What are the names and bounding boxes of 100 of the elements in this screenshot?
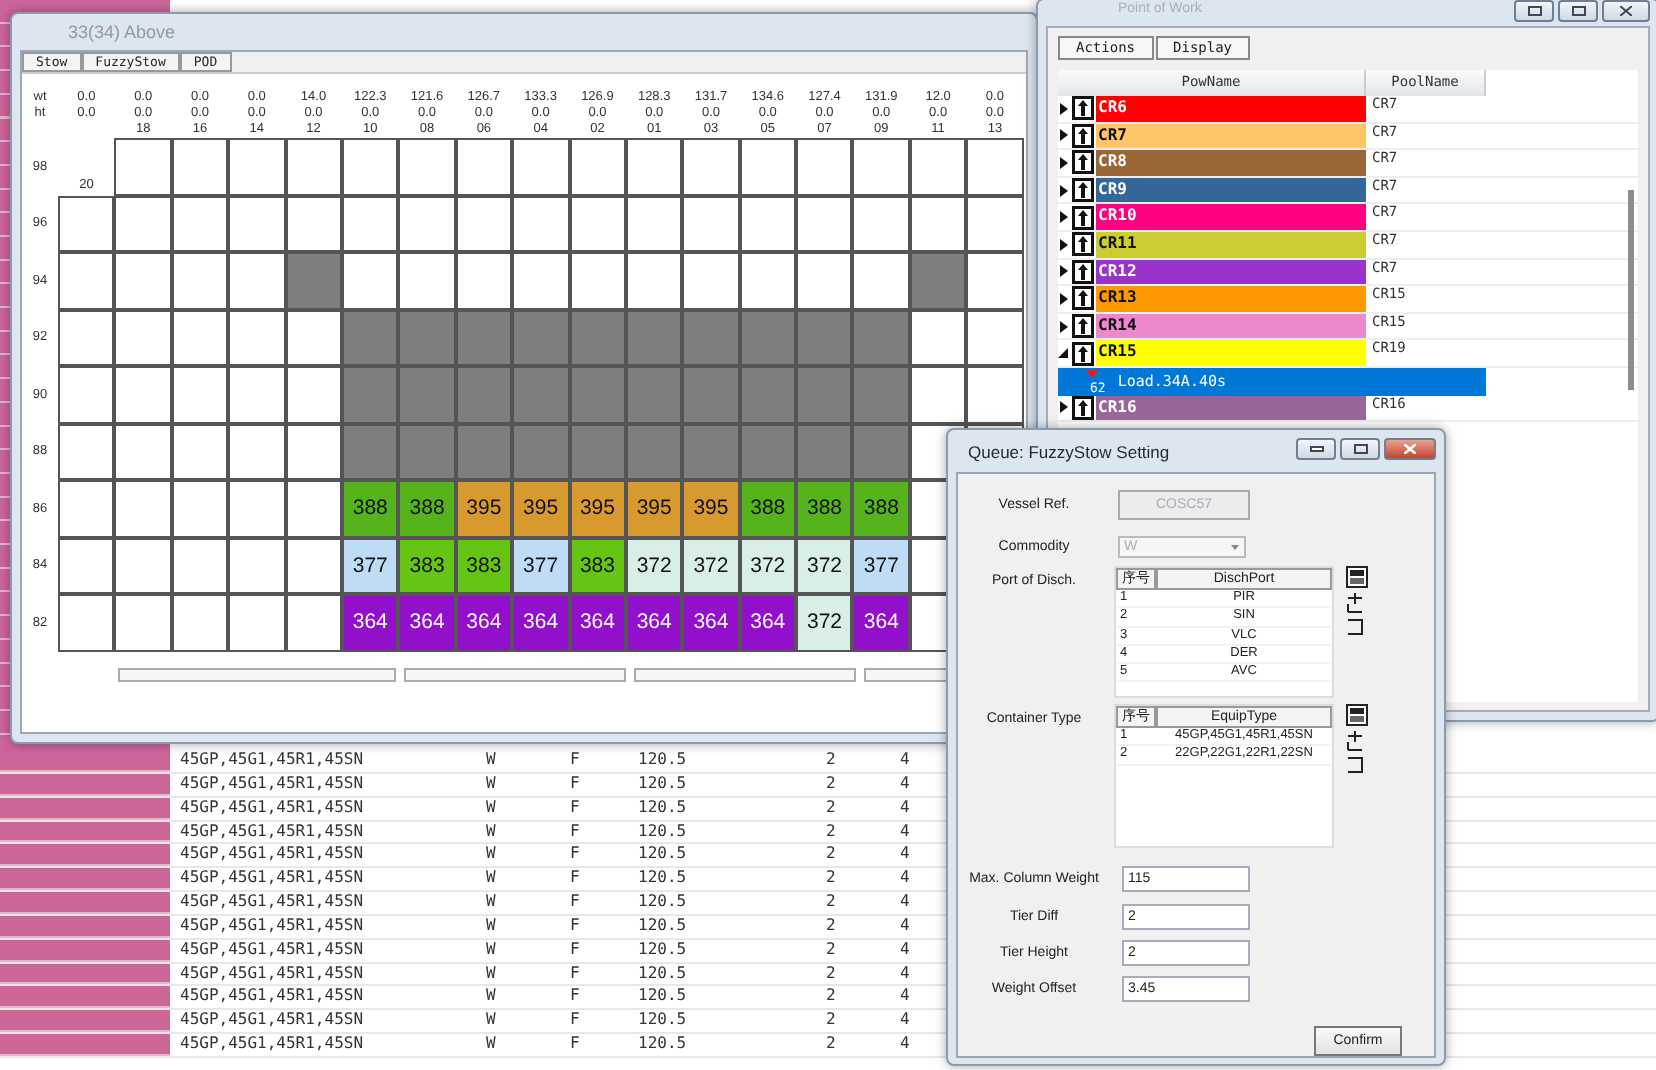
slot-cell[interactable] <box>114 480 172 537</box>
slot-cell[interactable] <box>909 366 967 423</box>
slot-cell[interactable] <box>966 309 1024 366</box>
slot-cell[interactable] <box>909 138 967 195</box>
slot-cell[interactable] <box>398 252 456 309</box>
pow-name[interactable]: CR16 <box>1096 395 1366 421</box>
container-cell[interactable]: 395 <box>569 480 626 537</box>
container-cell[interactable]: 364 <box>852 594 910 651</box>
slot-cell[interactable] <box>966 252 1024 309</box>
container-cell[interactable]: 364 <box>682 594 740 651</box>
pow-name[interactable]: CR7 <box>1096 123 1366 149</box>
slot-cell[interactable] <box>171 366 229 423</box>
slot-cell[interactable] <box>852 138 910 195</box>
slot-cell[interactable] <box>58 195 115 252</box>
slot-cell[interactable] <box>796 138 853 195</box>
container-cell[interactable]: 383 <box>569 537 626 594</box>
slot-cell[interactable] <box>228 366 286 423</box>
container-cell[interactable]: 377 <box>341 537 399 594</box>
slot-cell[interactable] <box>171 309 229 366</box>
container-cell[interactable]: 395 <box>455 480 513 537</box>
slot-cell[interactable] <box>796 195 853 252</box>
bracket-icon[interactable] <box>1346 756 1364 774</box>
expand-arrow-icon[interactable] <box>1058 319 1070 334</box>
slot-cell[interactable] <box>285 366 342 423</box>
container-cell[interactable]: 388 <box>341 480 399 537</box>
container-cell[interactable]: 364 <box>455 594 513 651</box>
slot-cell[interactable] <box>398 195 456 252</box>
slot-cell[interactable] <box>285 480 342 537</box>
slot-cell[interactable] <box>58 309 115 366</box>
container-cell[interactable]: 364 <box>569 594 626 651</box>
container-cell[interactable]: 372 <box>625 537 683 594</box>
slot-cell[interactable] <box>114 252 172 309</box>
expand-arrow-icon[interactable] <box>1058 183 1070 198</box>
pow-name[interactable]: CR13 <box>1096 286 1366 312</box>
slot-cell[interactable] <box>341 252 399 309</box>
pow-name[interactable]: CR10 <box>1096 204 1366 230</box>
slot-cell[interactable] <box>114 594 172 651</box>
container-cell[interactable]: 377 <box>852 537 910 594</box>
slot-cell[interactable] <box>285 195 342 252</box>
slot-cell[interactable] <box>228 138 286 195</box>
slot-cell[interactable] <box>114 366 172 423</box>
slot-cell[interactable] <box>512 195 570 252</box>
slot-cell[interactable] <box>341 138 399 195</box>
pow-name[interactable]: CR15 <box>1096 340 1366 366</box>
bracket-plus-icon[interactable] <box>1346 730 1364 752</box>
container-cell[interactable]: 395 <box>625 480 683 537</box>
slot-cell[interactable] <box>455 252 513 309</box>
expand-arrow-icon[interactable] <box>1058 128 1070 143</box>
pow-name[interactable]: CR8 <box>1096 150 1366 176</box>
container-cell[interactable]: 364 <box>512 594 570 651</box>
container-cell[interactable]: 364 <box>341 594 399 651</box>
slot-cell[interactable] <box>114 195 172 252</box>
slot-cell[interactable] <box>569 252 626 309</box>
table-icon[interactable] <box>1346 704 1368 726</box>
expand-arrow-icon[interactable] <box>1058 101 1070 116</box>
slot-cell[interactable] <box>455 195 513 252</box>
slot-cell[interactable] <box>285 594 342 651</box>
maximize-button[interactable] <box>1340 438 1380 460</box>
slot-cell[interactable] <box>852 195 910 252</box>
slot-cell[interactable] <box>739 252 797 309</box>
bracket-plus-icon[interactable] <box>1346 592 1364 614</box>
slot-cell[interactable] <box>114 309 172 366</box>
slot-cell[interactable] <box>625 138 683 195</box>
slot-cell[interactable] <box>228 594 286 651</box>
slot-cell[interactable] <box>171 423 229 480</box>
slot-cell[interactable] <box>512 138 570 195</box>
close-button[interactable] <box>1384 438 1436 460</box>
scrollbar[interactable] <box>1628 190 1634 390</box>
container-cell[interactable]: 372 <box>739 537 797 594</box>
container-cell[interactable]: 388 <box>398 480 456 537</box>
slot-cell[interactable] <box>228 309 286 366</box>
slot-cell[interactable] <box>682 138 740 195</box>
slot-cell[interactable] <box>398 138 456 195</box>
slot-cell[interactable] <box>228 195 286 252</box>
slot-cell[interactable] <box>58 594 115 651</box>
slot-cell[interactable] <box>228 480 286 537</box>
slot-cell[interactable] <box>682 195 740 252</box>
slot-cell[interactable] <box>58 366 115 423</box>
pow-name[interactable]: CR6 <box>1096 96 1366 122</box>
container-cell[interactable]: 383 <box>455 537 513 594</box>
expand-arrow-icon[interactable] <box>1058 264 1070 279</box>
pow-name[interactable]: CR9 <box>1096 177 1366 203</box>
maximize-button[interactable] <box>1558 0 1598 22</box>
pow-name[interactable]: CR14 <box>1096 313 1366 339</box>
slot-cell[interactable] <box>171 594 229 651</box>
container-cell[interactable]: 372 <box>796 537 853 594</box>
container-cell[interactable]: 372 <box>682 537 740 594</box>
container-cell[interactable]: 388 <box>739 480 797 537</box>
scrollbar[interactable] <box>403 667 626 681</box>
slot-cell[interactable] <box>58 423 115 480</box>
minimize-button[interactable] <box>1296 438 1336 460</box>
expand-arrow-icon[interactable] <box>1058 400 1070 415</box>
slot-cell[interactable] <box>909 195 967 252</box>
expand-arrow-icon[interactable] <box>1058 210 1070 225</box>
slot-cell[interactable] <box>285 309 342 366</box>
slot-cell[interactable] <box>58 537 115 594</box>
slot-cell[interactable] <box>739 195 797 252</box>
slot-cell[interactable] <box>341 195 399 252</box>
container-cell[interactable]: 372 <box>796 594 853 651</box>
slot-cell[interactable] <box>114 423 172 480</box>
